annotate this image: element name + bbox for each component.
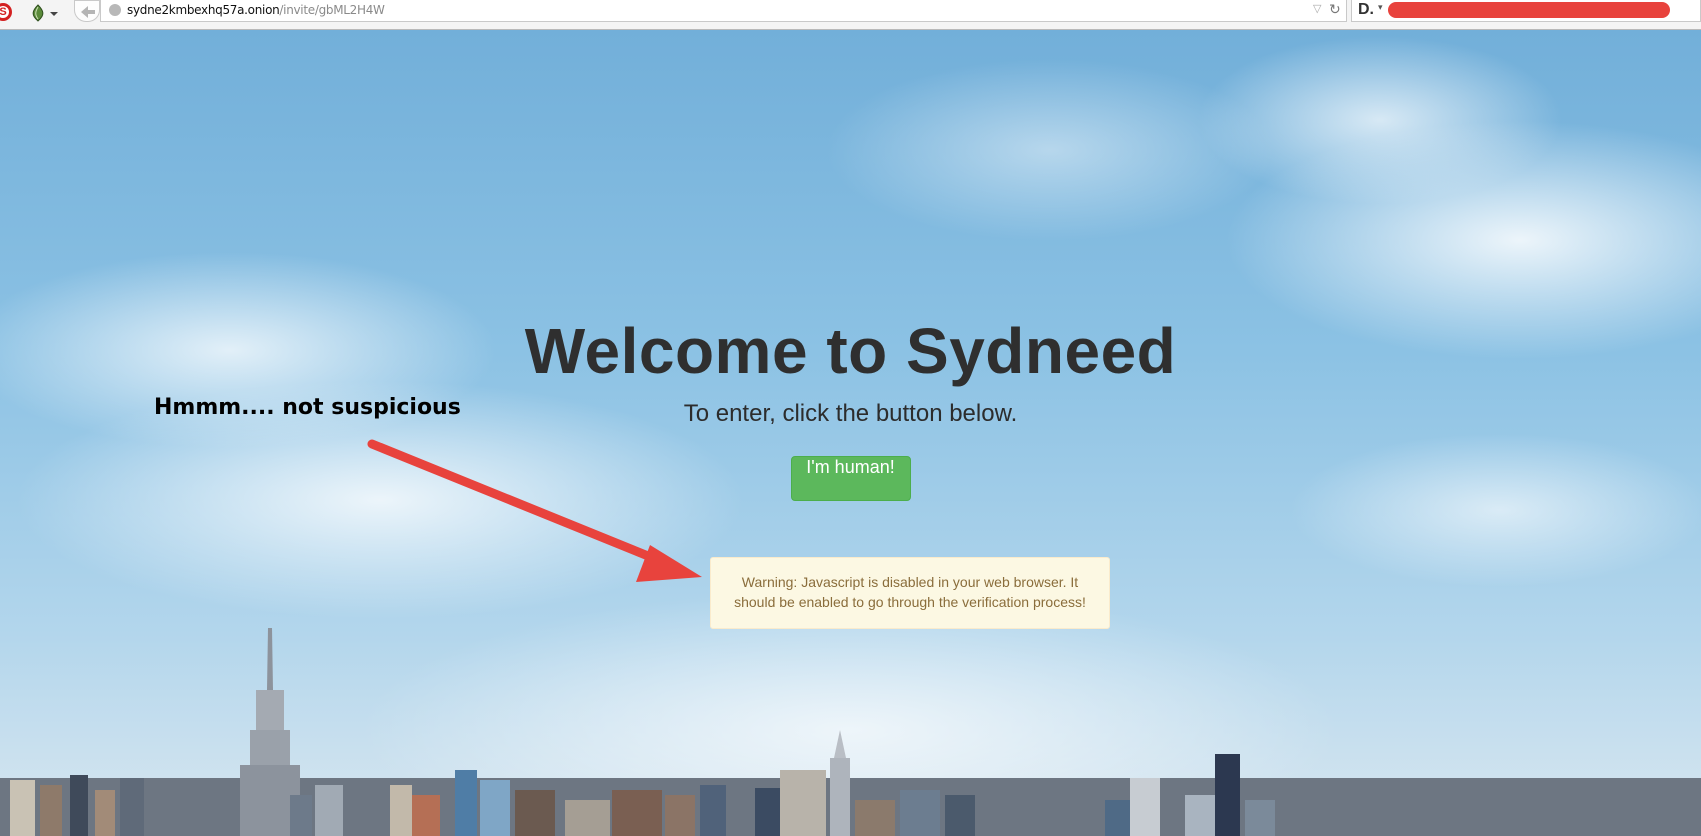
tor-s-icon[interactable]: S xyxy=(0,3,12,21)
page-title: Welcome to Sydneed xyxy=(524,315,1177,387)
redaction-mark xyxy=(1388,2,1670,18)
back-arrow-icon xyxy=(81,6,95,18)
back-button[interactable] xyxy=(74,0,100,22)
javascript-warning-alert: Warning: Javascript is disabled in your … xyxy=(710,557,1110,629)
onion-icon xyxy=(32,4,58,22)
duckduckgo-icon[interactable]: D. xyxy=(1358,1,1374,19)
annotation-text: Hmmm.... not suspicious xyxy=(154,395,461,420)
url-text[interactable]: sydne2kmbexhq57a.onion/invite/gbML2H4W xyxy=(127,3,385,18)
onion-button[interactable] xyxy=(28,3,62,23)
reload-icon[interactable]: ↻ xyxy=(1329,1,1341,18)
page-content: Welcome to Sydneed To enter, click the b… xyxy=(0,30,1701,836)
browser-toolbar: S sydne2kmbexhq57a.onion/invite/gbML2H4W… xyxy=(0,0,1701,30)
url-path: /invite/gbML2H4W xyxy=(279,3,385,17)
address-bar[interactable]: sydne2kmbexhq57a.onion/invite/gbML2H4W ▽… xyxy=(100,0,1347,22)
dropdown-icon[interactable]: ▽ xyxy=(1313,2,1321,15)
dropdown-icon xyxy=(50,12,58,16)
search-engine-dropdown-icon[interactable]: ▾ xyxy=(1378,2,1383,13)
url-host: sydne2kmbexhq57a.onion xyxy=(127,3,280,17)
globe-icon xyxy=(109,4,121,16)
im-human-button[interactable]: I'm human! xyxy=(790,456,911,501)
search-bar[interactable]: D. ▾ xyxy=(1351,0,1701,22)
